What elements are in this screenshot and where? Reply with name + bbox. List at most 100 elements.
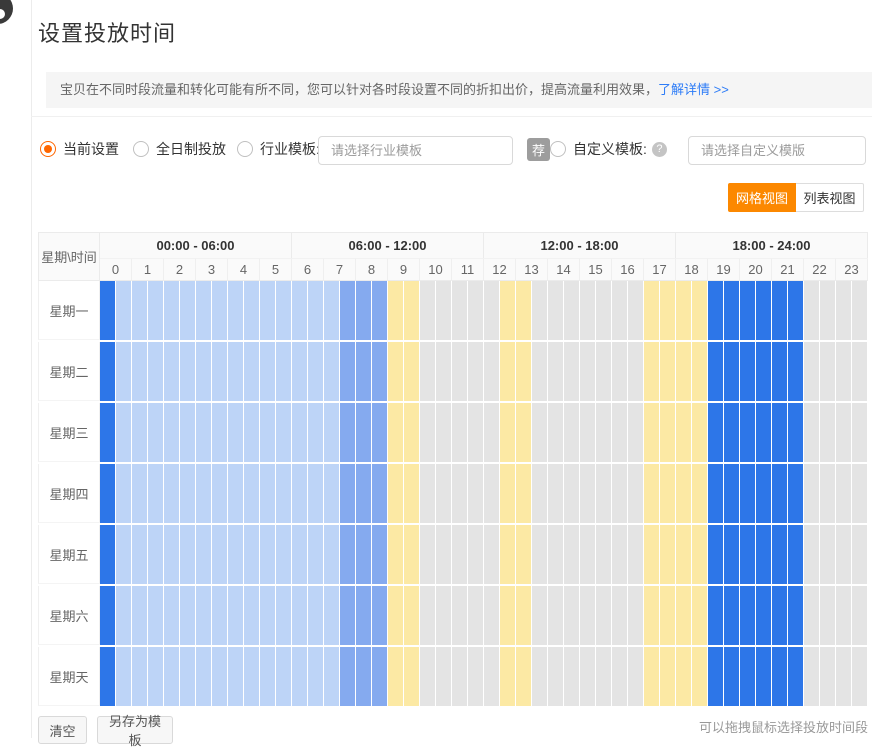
time-slot-cell[interactable] — [580, 586, 595, 645]
time-slot-cell[interactable] — [596, 647, 611, 706]
time-slot-cell[interactable] — [276, 281, 291, 340]
time-slot-cell[interactable] — [228, 281, 243, 340]
time-slot-cell[interactable] — [436, 647, 451, 706]
time-slot-cell[interactable] — [436, 464, 451, 523]
time-slot-cell[interactable] — [196, 403, 211, 462]
time-slot-cell[interactable] — [612, 281, 627, 340]
time-slot-cell[interactable] — [484, 586, 499, 645]
time-slot-cell[interactable] — [516, 464, 531, 523]
time-slot-cell[interactable] — [724, 586, 739, 645]
time-slot-cell[interactable] — [692, 281, 707, 340]
clear-button[interactable]: 清空 — [38, 716, 87, 744]
time-slot-cell[interactable] — [436, 281, 451, 340]
time-slot-cell[interactable] — [660, 525, 675, 584]
time-slot-cell[interactable] — [404, 586, 419, 645]
time-slot-cell[interactable] — [820, 525, 835, 584]
time-slot-cell[interactable] — [324, 403, 339, 462]
radio-full-day[interactable]: 全日制投放 — [133, 133, 226, 165]
hour-header[interactable]: 2 — [164, 258, 196, 281]
time-slot-cell[interactable] — [852, 281, 867, 340]
time-slot-cell[interactable] — [388, 464, 403, 523]
time-slot-cell[interactable] — [660, 647, 675, 706]
time-slot-cell[interactable] — [756, 525, 771, 584]
time-slot-cell[interactable] — [116, 647, 131, 706]
time-slot-cell[interactable] — [452, 281, 467, 340]
time-slot-cell[interactable] — [276, 647, 291, 706]
time-slot-cell[interactable] — [676, 281, 691, 340]
time-slot-cell[interactable] — [100, 281, 115, 340]
time-slot-cell[interactable] — [420, 525, 435, 584]
time-slot-cell[interactable] — [164, 403, 179, 462]
time-slot-cell[interactable] — [500, 586, 515, 645]
time-slot-cell[interactable] — [228, 403, 243, 462]
time-slot-cell[interactable] — [436, 403, 451, 462]
time-slot-cell[interactable] — [148, 586, 163, 645]
time-slot-cell[interactable] — [708, 281, 723, 340]
time-slot-cell[interactable] — [644, 647, 659, 706]
time-slot-cell[interactable] — [836, 525, 851, 584]
time-slot-cell[interactable] — [356, 647, 371, 706]
time-slot-cell[interactable] — [420, 647, 435, 706]
time-slot-cell[interactable] — [276, 525, 291, 584]
time-slot-cell[interactable] — [180, 403, 195, 462]
radio-unselected-icon[interactable] — [133, 141, 149, 157]
time-slot-cell[interactable] — [132, 342, 147, 401]
time-slot-cell[interactable] — [596, 464, 611, 523]
time-slot-cell[interactable] — [852, 525, 867, 584]
hour-header[interactable]: 22 — [804, 258, 836, 281]
time-slot-cell[interactable] — [436, 342, 451, 401]
day-label[interactable]: 星期四 — [38, 464, 100, 523]
time-slot-cell[interactable] — [548, 525, 563, 584]
time-slot-cell[interactable] — [660, 342, 675, 401]
hour-header[interactable]: 14 — [548, 258, 580, 281]
time-slot-cell[interactable] — [196, 281, 211, 340]
time-slot-cell[interactable] — [772, 464, 787, 523]
time-slot-cell[interactable] — [244, 281, 259, 340]
time-slot-cell[interactable] — [196, 342, 211, 401]
time-slot-cell[interactable] — [356, 586, 371, 645]
time-slot-cell[interactable] — [644, 586, 659, 645]
time-slot-cell[interactable] — [804, 281, 819, 340]
time-slot-cell[interactable] — [516, 647, 531, 706]
time-slot-cell[interactable] — [484, 342, 499, 401]
time-slot-cell[interactable] — [548, 464, 563, 523]
time-slot-cell[interactable] — [516, 342, 531, 401]
time-slot-cell[interactable] — [836, 403, 851, 462]
time-slot-cell[interactable] — [132, 464, 147, 523]
time-slot-cell[interactable] — [132, 525, 147, 584]
custom-template-input[interactable] — [688, 136, 866, 165]
time-slot-cell[interactable] — [388, 281, 403, 340]
time-slot-cell[interactable] — [132, 403, 147, 462]
time-slot-cell[interactable] — [676, 464, 691, 523]
time-slot-cell[interactable] — [580, 647, 595, 706]
time-slot-cell[interactable] — [244, 403, 259, 462]
time-slot-cell[interactable] — [452, 525, 467, 584]
time-slot-cell[interactable] — [116, 586, 131, 645]
time-slot-cell[interactable] — [548, 586, 563, 645]
time-slot-cell[interactable] — [468, 586, 483, 645]
hour-header[interactable]: 1 — [132, 258, 164, 281]
time-slot-cell[interactable] — [196, 647, 211, 706]
time-slot-cell[interactable] — [276, 403, 291, 462]
time-slot-cell[interactable] — [164, 464, 179, 523]
time-slot-cell[interactable] — [260, 342, 275, 401]
time-slot-cell[interactable] — [580, 403, 595, 462]
time-slot-cell[interactable] — [532, 647, 547, 706]
time-slot-cell[interactable] — [708, 647, 723, 706]
time-slot-cell[interactable] — [644, 342, 659, 401]
hour-header[interactable]: 11 — [452, 258, 484, 281]
time-slot-cell[interactable] — [180, 647, 195, 706]
time-slot-cell[interactable] — [692, 342, 707, 401]
time-slot-cell[interactable] — [500, 464, 515, 523]
time-slot-cell[interactable] — [372, 342, 387, 401]
time-slot-cell[interactable] — [180, 342, 195, 401]
time-slot-cell[interactable] — [692, 647, 707, 706]
hour-header[interactable]: 19 — [708, 258, 740, 281]
time-slot-cell[interactable] — [500, 342, 515, 401]
time-slot-cell[interactable] — [164, 525, 179, 584]
time-slot-cell[interactable] — [388, 403, 403, 462]
time-slot-cell[interactable] — [564, 586, 579, 645]
time-slot-cell[interactable] — [164, 281, 179, 340]
time-slot-cell[interactable] — [340, 342, 355, 401]
time-slot-cell[interactable] — [148, 525, 163, 584]
